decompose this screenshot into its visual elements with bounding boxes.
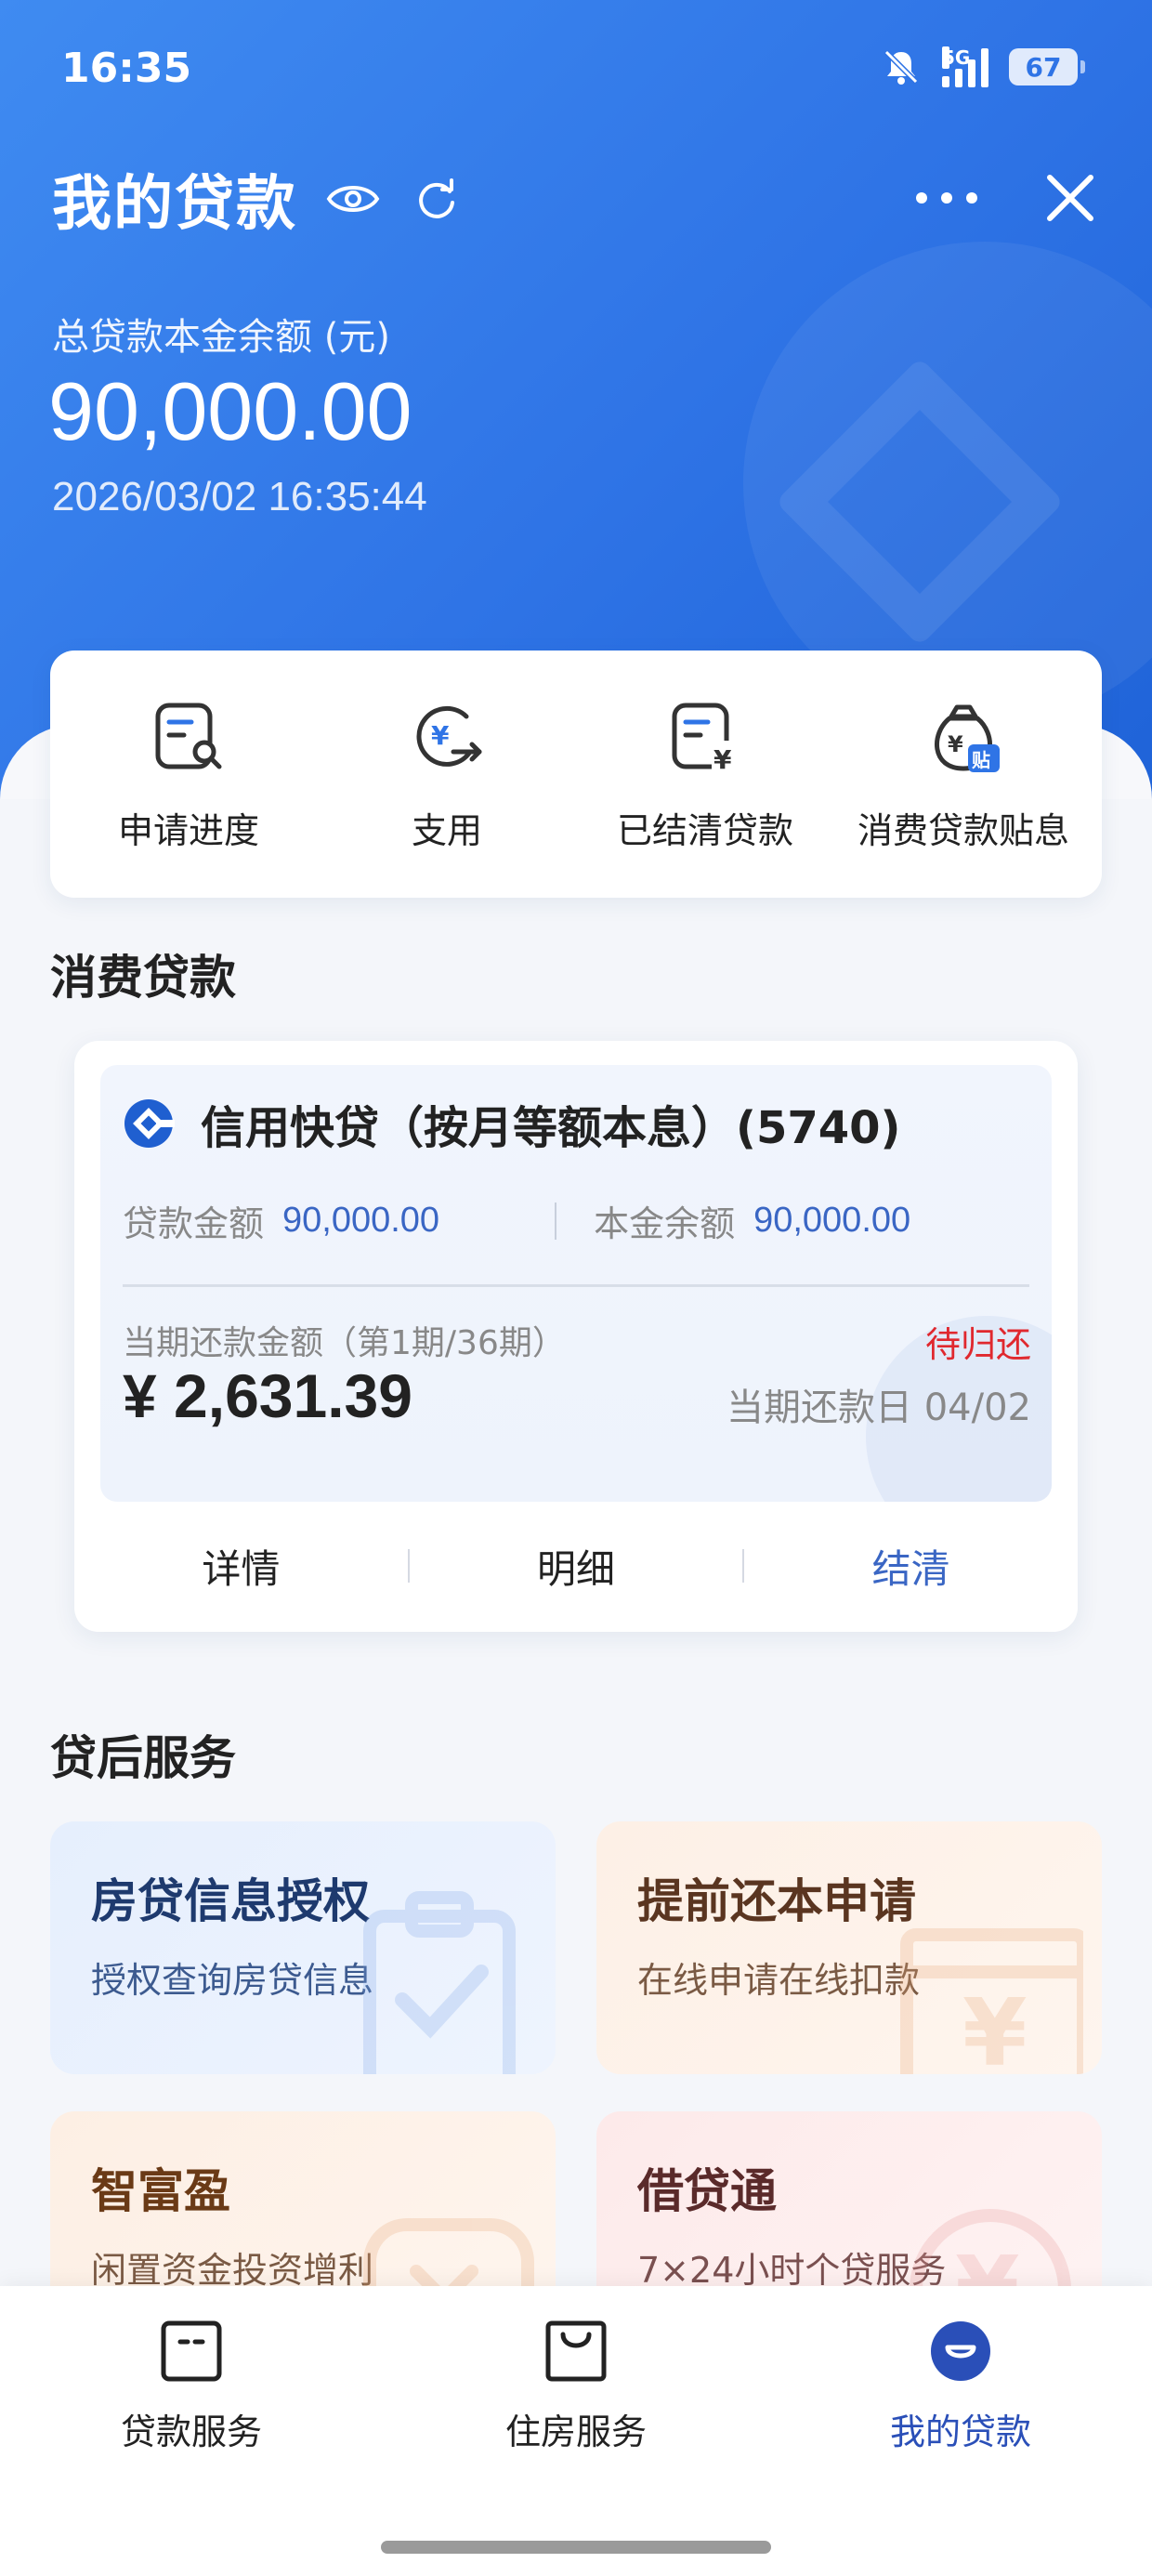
quick-item-draw[interactable]: ¥ 支用 — [326, 696, 568, 853]
details-button[interactable]: 详情 — [74, 1538, 408, 1595]
loan-amount-label: 贷款金额 — [123, 1203, 265, 1244]
principal-balance-value: 90,000.00 — [753, 1201, 911, 1240]
due-date: 当期还款日 04/02 — [727, 1387, 1031, 1429]
quick-item-settled-loans[interactable]: ¥ 已结清贷款 — [584, 696, 826, 853]
more-icon[interactable] — [914, 191, 979, 205]
loan-product-name: 信用快贷（按月等额本息）(5740) — [201, 1102, 901, 1154]
total-balance-label: 总贷款本金余额 (元) — [52, 316, 390, 359]
refresh-icon[interactable] — [409, 171, 465, 227]
loan-summary: 信用快贷（按月等额本息）(5740) 贷款金额 90,000.00 本金余额 9… — [100, 1065, 1052, 1502]
battery-icon: 67 — [1009, 48, 1085, 85]
bottom-nav: 贷款服务 住房服务 我的贷款 — [0, 2286, 1152, 2576]
bank-logo-icon — [124, 1099, 175, 1148]
service-card-mortgage-auth[interactable]: 房贷信息授权 授权查询房贷信息 — [50, 1821, 556, 2074]
top-right-actions — [914, 172, 1096, 224]
status-time: 16:35 — [61, 45, 192, 92]
status-bar: 16:35 5G 67 — [0, 37, 1152, 102]
svg-text:贴: 贴 — [972, 749, 990, 771]
bell-muted-icon — [884, 49, 919, 85]
network-label: 5G — [942, 46, 971, 69]
principal-balance-label: 本金余额 — [594, 1203, 736, 1244]
loan-amount-row: 贷款金额 90,000.00 本金余额 90,000.00 — [123, 1195, 1033, 1246]
nav-label: 我的贷款 — [889, 2412, 1031, 2452]
status-icons: 5G 67 — [881, 46, 1085, 87]
quick-label: 已结清贷款 — [616, 809, 793, 851]
document-search-icon — [155, 703, 222, 769]
quick-item-loan-subsidy[interactable]: ¥ 贴 消费贷款贴息 — [843, 696, 1084, 853]
svg-text:¥: ¥ — [713, 744, 732, 775]
total-balance-amount: 90,000.00 — [48, 365, 412, 457]
loan-amount-value: 90,000.00 — [282, 1201, 440, 1240]
quick-label: 消费贷款贴息 — [857, 809, 1069, 851]
signal-icon: 5G — [942, 46, 988, 87]
divider — [123, 1284, 1029, 1287]
shopping-bag-icon — [545, 2320, 607, 2382]
statement-button[interactable]: 明细 — [410, 1538, 743, 1595]
yuan-document-icon: ¥ — [900, 1928, 1083, 2074]
quick-item-apply-progress[interactable]: 申请进度 — [68, 696, 309, 853]
money-bag-subsidy-icon: ¥ 贴 — [935, 704, 1000, 772]
balance-timestamp: 2026/03/02 16:35:44 — [52, 474, 427, 519]
nav-item-my-loans[interactable]: 我的贷款 — [821, 2318, 1100, 2454]
period-payment-label: 当期还款金额（第1期/36期） — [123, 1324, 566, 1362]
section-title-consumer-loans: 消费贷款 — [50, 951, 236, 1005]
loan-actions: 详情 明细 结清 — [74, 1515, 1078, 1617]
nav-label: 住房服务 — [504, 2412, 647, 2452]
home-indicator[interactable] — [381, 2541, 771, 2554]
service-card-prepayment[interactable]: ¥ 提前还本申请 在线申请在线扣款 — [596, 1821, 1102, 2074]
svg-text:¥: ¥ — [962, 1978, 1028, 2074]
close-icon[interactable] — [1044, 172, 1096, 224]
svg-text:¥: ¥ — [948, 731, 963, 757]
yuan-transfer-icon: ¥ — [416, 705, 482, 767]
loan-head: 信用快贷（按月等额本息）(5740) — [123, 1091, 900, 1156]
page-title: 我的贷款 — [52, 170, 297, 239]
clipboard-check-icon — [363, 1891, 516, 2074]
section-title-post-loan: 贷后服务 — [50, 1731, 236, 1785]
document-yuan-icon: ¥ — [672, 703, 740, 775]
repayment-status-badge: 待归还 — [924, 1324, 1031, 1365]
divider — [555, 1202, 557, 1240]
svg-text:¥: ¥ — [431, 720, 450, 751]
my-loans-icon — [931, 2321, 990, 2381]
nav-label: 贷款服务 — [120, 2412, 262, 2452]
title-row: 我的贷款 — [52, 156, 465, 242]
loan-services-icon — [161, 2320, 222, 2382]
quick-label: 申请进度 — [117, 809, 259, 851]
quick-menu: 申请进度 ¥ 支用 ¥ 已结清贷款 ¥ 贴 消费贷款贴息 — [50, 651, 1102, 898]
period-payment-amount: ¥ 2,631.39 — [123, 1361, 412, 1430]
nav-item-housing-services[interactable]: 住房服务 — [437, 2318, 715, 2454]
settle-button[interactable]: 结清 — [744, 1538, 1078, 1595]
loan-card[interactable]: 信用快贷（按月等额本息）(5740) 贷款金额 90,000.00 本金余额 9… — [74, 1041, 1078, 1632]
quick-label: 支用 — [411, 809, 482, 851]
nav-item-loan-services[interactable]: 贷款服务 — [52, 2318, 331, 2454]
eye-icon[interactable] — [325, 171, 381, 227]
